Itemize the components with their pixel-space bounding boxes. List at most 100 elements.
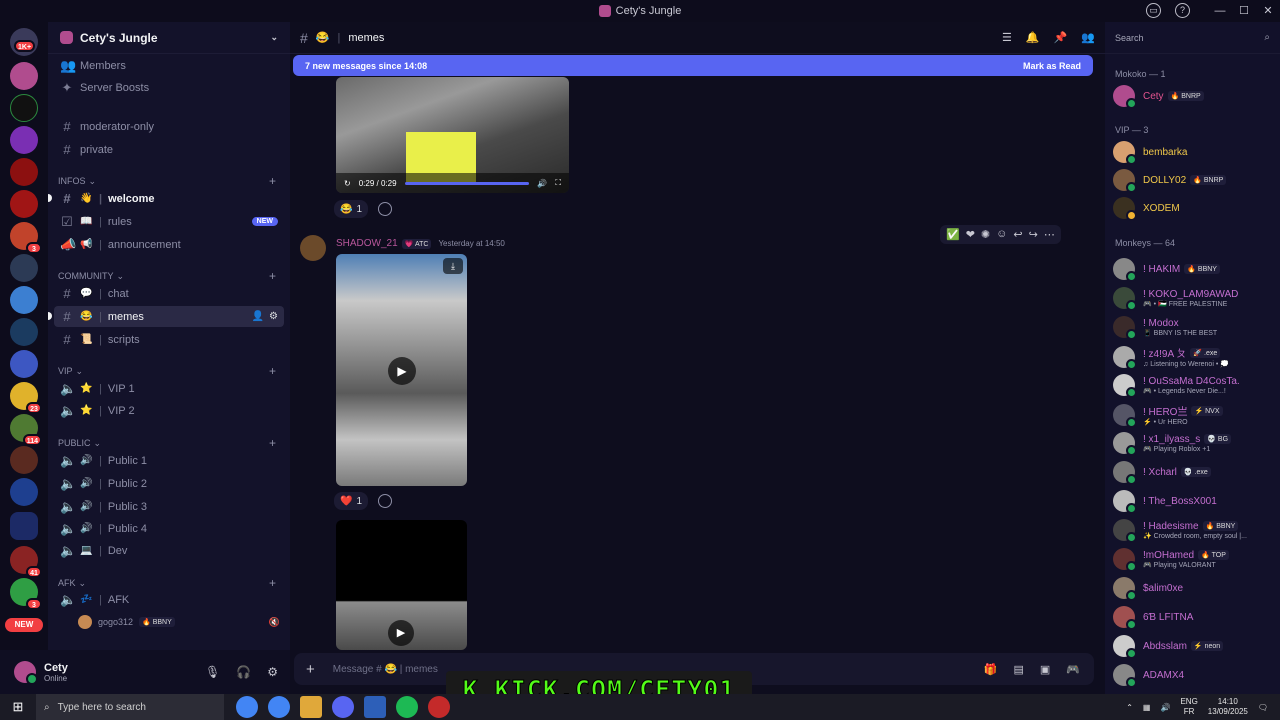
category-community[interactable]: COMMUNITY ⌄ + [58,269,284,283]
member-item[interactable]: ! Modox 📱 BBNY IS THE BEST [1113,316,1273,340]
play-icon[interactable]: ▶ [388,620,414,646]
check-reaction-icon[interactable]: ✅ [946,228,960,241]
upload-icon[interactable]: + [306,661,315,678]
category-vip[interactable]: VIP ⌄ + [58,364,284,378]
mark-as-read-button[interactable]: Mark as Read [1023,61,1081,71]
member-item[interactable]: XODEM [1113,197,1273,221]
guild-header[interactable]: Cety's Jungle ⌄ [48,22,290,54]
gamepad-icon[interactable]: 🎮 [1066,663,1080,676]
video-attachment[interactable]: ▶ [336,520,467,650]
voice-channel-dev[interactable]: 🔈 💻 | Dev [54,540,284,561]
channel-announcement[interactable]: 📣 📢 | announcement [54,234,284,255]
volume-icon[interactable]: 🔊 [1160,703,1170,712]
server-icon[interactable]: 114 [10,414,42,446]
server-icon[interactable] [10,254,38,282]
member-item[interactable]: ! OuSsaMa D4CosTa. 🎮 • Legends Never Die.… [1113,374,1273,398]
server-icon[interactable] [10,478,38,506]
network-icon[interactable]: ▦ [1143,703,1151,712]
gif-icon[interactable]: ▤ [1013,663,1023,676]
headphones-icon[interactable]: 🎧 [236,665,251,679]
voice-channel-public-3[interactable]: 🔈 🔊 | Public 3 [54,496,284,517]
language-indicator[interactable]: ENG FR [1180,697,1197,717]
category-afk[interactable]: AFK ⌄ + [58,576,284,590]
invite-icon[interactable]: 👤 [252,311,264,322]
gear-icon[interactable]: ⚙ [269,311,278,322]
member-item[interactable]: DOLLY02 🔥 BNRP [1113,169,1273,193]
member-item[interactable]: !mOHamed 🔥 TOP 🎮 Playing VALORANT [1113,548,1273,572]
channel-moderator-only[interactable]: # moderator-only [54,116,284,137]
member-list-icon[interactable]: 👥 [1081,31,1095,44]
voice-channel-public-2[interactable]: 🔈 🔊 | Public 2 [54,473,284,494]
clock[interactable]: 14:10 13/09/2025 [1208,697,1248,717]
server-icon[interactable] [10,126,38,154]
member-item[interactable]: 6Ɓ LFITNA [1113,606,1273,630]
channel-memes[interactable]: # 😂 | memes 👤 ⚙ [54,306,284,327]
pin-icon[interactable]: 📌 [1054,31,1068,44]
member-item[interactable]: bembarka [1113,141,1273,165]
server-boosts-item[interactable]: ✦ Server Boosts [54,77,284,98]
replay-icon[interactable]: ↻ [344,179,351,188]
server-icon[interactable] [10,286,38,314]
add-reaction-icon[interactable]: ☺ [996,228,1007,241]
bell-icon[interactable]: 🔔 [1026,31,1040,44]
discord-icon[interactable] [332,696,354,718]
notification-icon[interactable]: 🗨 [1258,703,1268,712]
folder-icon[interactable] [10,512,38,540]
channel-chat[interactable]: # 💬 | chat [54,283,284,304]
volume-icon[interactable]: 🔊 [537,179,547,188]
server-icon[interactable] [10,446,38,474]
gift-icon[interactable]: 🎁 [984,663,998,676]
reaction[interactable]: 😂 1 [334,200,369,218]
fullscreen-icon[interactable]: ⛶ [555,178,561,188]
sparkle-reaction-icon[interactable]: ✺ [981,228,990,241]
members-item[interactable]: 👥 Members [54,55,284,76]
server-icon[interactable] [10,94,38,122]
reaction[interactable]: ❤️ 1 [334,492,369,510]
chrome-icon[interactable] [268,696,290,718]
member-item[interactable]: ! KOKO_LAM9AWAD 🎮 • 🇵🇸 FREE PALESTINE [1113,287,1273,311]
voice-channel-vip-1[interactable]: 🔈 ⭐ | VIP 1 [54,378,284,399]
member-item[interactable]: ! HAKIM 🔥 BBNY [1113,258,1273,282]
more-icon[interactable]: ⋯ [1044,228,1055,241]
server-icon[interactable] [10,190,38,218]
threads-icon[interactable]: ☰ [1002,31,1012,44]
server-cetys-jungle[interactable] [10,62,38,90]
member-item[interactable]: ! Xcharl 💀 .exe [1113,461,1273,485]
heart-reaction-icon[interactable]: ❤ [966,228,975,241]
play-icon[interactable]: ▶ [388,357,416,385]
channel-rules[interactable]: ☑ 📖 | rules NEW [54,211,284,232]
server-icon[interactable]: 3 [10,222,42,254]
channel-welcome[interactable]: # 👋 | welcome [54,188,284,209]
add-channel-icon[interactable]: + [269,364,276,378]
server-icon[interactable] [10,158,38,186]
reply-icon[interactable]: ↩ [1013,228,1022,241]
spotify-icon[interactable] [396,696,418,718]
server-icon[interactable] [10,318,38,346]
search-input[interactable]: Search ⌕ [1105,22,1280,54]
video-progress[interactable] [404,181,530,185]
voice-channel-public-1[interactable]: 🔈 🔊 | Public 1 [54,450,284,471]
member-item[interactable]: ! The_BossX001 [1113,490,1273,514]
windows-start-icon[interactable]: ⊞ [0,699,36,715]
member-item[interactable]: $alim0xe [1113,577,1273,601]
server-icon[interactable]: 41 [10,546,42,578]
voice-channel-public-4[interactable]: 🔈 🔊 | Public 4 [54,518,284,539]
voice-channel-vip-2[interactable]: 🔈 ⭐ | VIP 2 [54,400,284,421]
add-channel-icon[interactable]: + [269,436,276,450]
channel-scripts[interactable]: # 📜 | scripts [54,329,284,350]
add-channel-icon[interactable]: + [269,576,276,590]
forward-icon[interactable]: ↪ [1029,228,1038,241]
sticker-icon[interactable]: ▣ [1040,663,1050,676]
member-item[interactable]: ! HERO亗 ⚡ NVX ⚡ • Ur HERO [1113,403,1273,428]
member-item[interactable]: Abdsslam ⚡ neon [1113,635,1273,659]
voice-member[interactable]: gogo312 🔥 BBNY 🔇 [78,615,280,629]
maximize-button[interactable]: ☐ [1232,0,1256,22]
add-channel-icon[interactable]: + [269,269,276,283]
member-item[interactable]: ! Hadesisme 🔥 BBNY ✨ Crowded room, empty s… [1113,519,1273,543]
chevron-up-icon[interactable]: ⌃ [1126,703,1133,712]
close-button[interactable]: ✕ [1256,0,1280,22]
gear-icon[interactable]: ⚙ [267,665,278,679]
member-item[interactable]: Cety 🔥 BNRP [1113,85,1273,109]
download-icon[interactable]: ⤓ [443,258,463,274]
app-icon[interactable] [428,696,450,718]
